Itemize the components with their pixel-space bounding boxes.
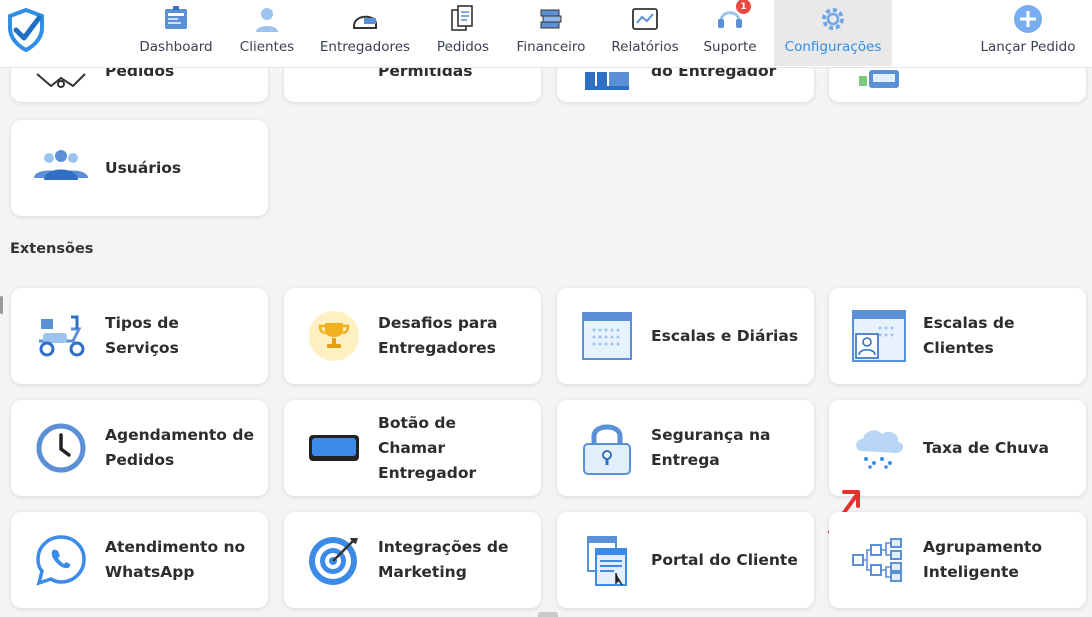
nav-label: Suporte	[703, 39, 757, 55]
settings-card[interactable]	[829, 62, 1086, 102]
report-icon	[628, 2, 662, 36]
nav-financeiro[interactable]: Financeiro	[510, 0, 592, 66]
extension-card-agrupamento[interactable]: Agrupamento Inteligente	[829, 512, 1086, 608]
launch-order-label: Lançar Pedido	[980, 39, 1076, 55]
nav-label: Configurações	[784, 39, 882, 55]
money-icon	[534, 2, 568, 36]
nav-clientes[interactable]: Clientes	[233, 0, 301, 66]
extension-card-seguranca[interactable]: Segurança na Entrega	[557, 400, 814, 496]
calendar-icon	[577, 306, 637, 366]
target-icon	[304, 530, 364, 590]
card-label: Tipos de Serviços	[105, 314, 179, 357]
button-icon	[304, 418, 364, 478]
rain-cloud-icon	[849, 418, 909, 478]
nav-configuracoes[interactable]: Configurações	[774, 0, 892, 66]
headset-icon: 1	[713, 0, 751, 36]
extension-card-escalas-diarias[interactable]: Escalas e Diárias	[557, 288, 814, 384]
nav-label: Pedidos	[436, 39, 490, 55]
settings-icon	[304, 62, 364, 102]
gear-icon	[816, 2, 850, 36]
trophy-icon	[304, 306, 364, 366]
scroll-indicator[interactable]	[0, 296, 3, 314]
nav-label: Dashboard	[139, 39, 213, 55]
orders-icon	[446, 2, 480, 36]
nav-entregadores[interactable]: Entregadores	[315, 0, 415, 66]
dashboard-icon	[159, 2, 193, 36]
extension-card-desafios[interactable]: Desafios para Entregadores	[284, 288, 541, 384]
network-icon	[31, 62, 91, 102]
card-label: Agrupamento Inteligente	[923, 538, 1043, 581]
scooter-icon	[31, 306, 91, 366]
section-title-extensions: Extensões	[10, 241, 94, 257]
card-label: Segurança na Entrega	[651, 426, 771, 469]
card-label: Escalas de Clientes	[923, 314, 1015, 357]
plus-circle-icon	[1011, 2, 1045, 36]
extension-card-marketing[interactable]: Integrações de Marketing	[284, 512, 541, 608]
clock-icon	[31, 418, 91, 478]
card-label: Desafios para Entregadores	[378, 314, 498, 357]
extension-card-portal-cliente[interactable]: Portal do Cliente	[557, 512, 814, 608]
launch-order-button[interactable]: Lançar Pedido	[974, 0, 1082, 66]
card-label: Taxa de Chuva	[923, 438, 1049, 457]
extension-card-whatsapp[interactable]: Atendimento no WhatsApp	[11, 512, 268, 608]
user-icon	[250, 2, 284, 36]
bottom-handle[interactable]	[538, 612, 558, 617]
nav-label: Relatórios	[611, 39, 679, 55]
users-icon	[31, 138, 91, 198]
helmet-icon	[348, 2, 382, 36]
card-label: Usuários	[105, 158, 182, 177]
card-label: Escalas e Diárias	[651, 326, 799, 345]
checklist-icon	[849, 62, 909, 102]
logo-icon[interactable]	[6, 6, 46, 53]
lock-icon	[577, 418, 637, 478]
extension-card-tipos-servicos[interactable]: Tipos de Serviços	[11, 288, 268, 384]
nav-label: Entregadores	[319, 39, 411, 55]
extension-card-botao-chamar[interactable]: Botão de Chamar Entregador	[284, 400, 541, 496]
card-label: Portal do Cliente	[651, 550, 798, 569]
nav-dashboard[interactable]: Dashboard	[134, 0, 218, 66]
card-label: Botão de Chamar Entregador	[378, 413, 477, 482]
top-navigation: Dashboard Clientes Entregadores Pedidos …	[0, 0, 1092, 68]
users-card[interactable]: Usuários	[11, 120, 268, 216]
nav-label: Financeiro	[516, 39, 586, 55]
card-label: Integrações de Marketing	[378, 538, 509, 581]
nav-label: Clientes	[239, 39, 295, 55]
client-calendar-icon	[849, 306, 909, 366]
nav-relatorios[interactable]: Relatórios	[606, 0, 684, 66]
settings-card[interactable]: Permitidas	[284, 62, 541, 102]
extension-card-agendamento[interactable]: Agendamento de Pedidos	[11, 400, 268, 496]
notification-badge: 1	[736, 0, 751, 14]
card-label: Agendamento de Pedidos	[105, 426, 254, 469]
nav-suporte[interactable]: 1 Suporte	[698, 0, 762, 66]
whatsapp-icon	[31, 530, 91, 590]
nav-pedidos[interactable]: Pedidos	[430, 0, 496, 66]
portal-icon	[577, 530, 637, 590]
extension-card-taxa-chuva[interactable]: Taxa de Chuva	[829, 400, 1086, 496]
extension-card-escalas-clientes[interactable]: Escalas de Clientes	[829, 288, 1086, 384]
settings-card[interactable]: Pedidos	[11, 62, 268, 102]
calendar-icon	[577, 62, 637, 102]
hierarchy-icon	[849, 530, 909, 590]
card-label: Atendimento no WhatsApp	[105, 538, 246, 581]
settings-card[interactable]: do Entregador	[557, 62, 814, 102]
